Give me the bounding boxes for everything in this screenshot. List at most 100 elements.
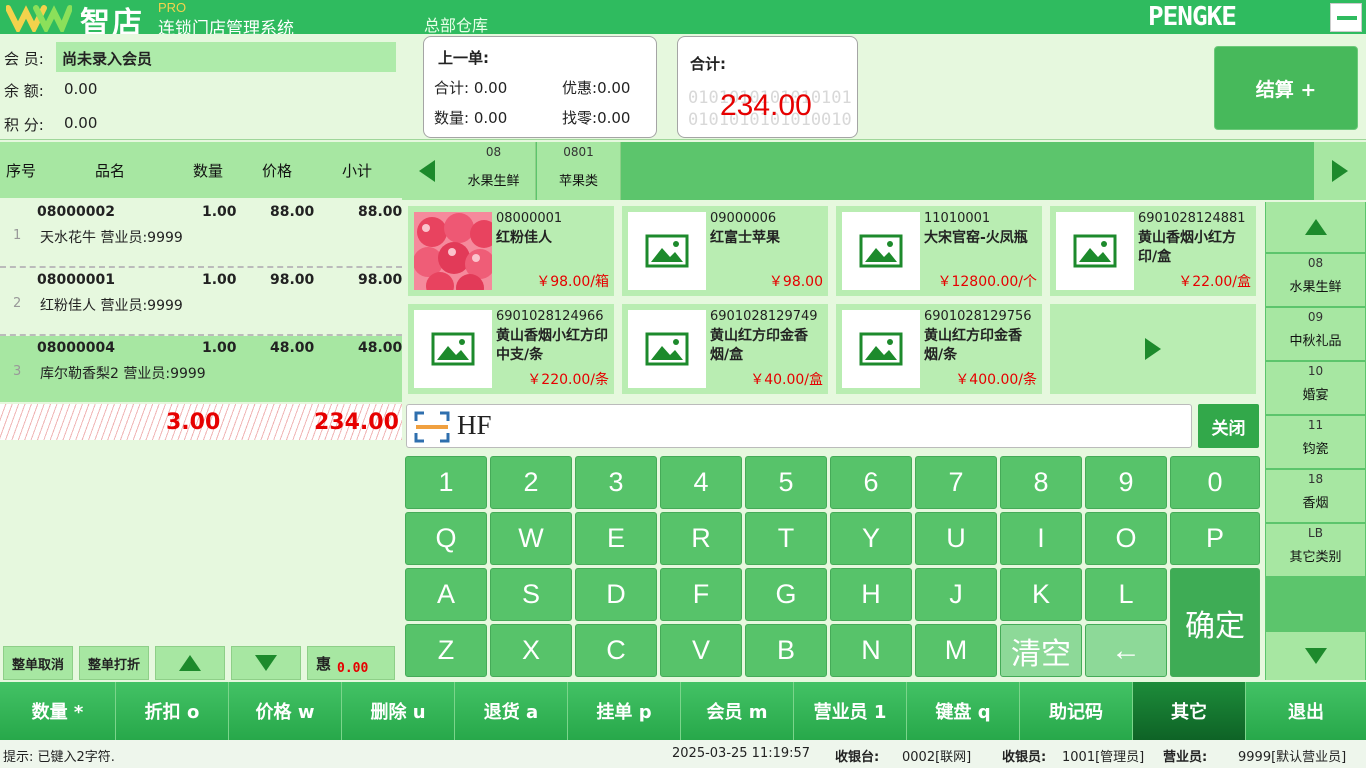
key-m[interactable]: M xyxy=(915,624,997,677)
key-o[interactable]: O xyxy=(1085,512,1167,565)
key-w[interactable]: W xyxy=(490,512,572,565)
right-category-item[interactable]: 08 水果生鲜 xyxy=(1266,254,1365,306)
category-tab[interactable]: 0801 苹果类 xyxy=(537,142,621,200)
right-category-item[interactable]: 10 婚宴 xyxy=(1266,362,1365,414)
arrow-down-icon xyxy=(1304,648,1327,664)
category-name: 水果生鲜 xyxy=(1289,280,1342,295)
row-price: 48.00 xyxy=(270,340,315,356)
qty-button[interactable]: 数量 * xyxy=(0,682,116,740)
right-category-item[interactable]: 11 钧瓷 xyxy=(1266,416,1365,468)
key-q[interactable]: Q xyxy=(405,512,487,565)
exit-button[interactable]: 退出 xyxy=(1246,682,1366,740)
table-row[interactable]: 08000001 1.00 98.00 98.00 2 红粉佳人 营业员:999… xyxy=(0,268,402,334)
mnemonic-button[interactable]: 助记码 xyxy=(1020,682,1133,740)
category-tab[interactable]: 08 水果生鲜 xyxy=(452,142,536,200)
col-index: 序号 xyxy=(6,162,37,180)
key-h[interactable]: H xyxy=(830,568,912,621)
row-code: 08000004 xyxy=(37,340,115,356)
points-value: 0.00 xyxy=(64,114,98,132)
key-z[interactable]: Z xyxy=(405,624,487,677)
product-name: 黄山红方印金香烟/条 xyxy=(924,328,1022,363)
key-v[interactable]: V xyxy=(660,624,742,677)
key-b[interactable]: B xyxy=(745,624,827,677)
key-1[interactable]: 1 xyxy=(405,456,487,509)
keyboard-button[interactable]: 键盘 q xyxy=(907,682,1020,740)
key-9[interactable]: 9 xyxy=(1085,456,1167,509)
product-card[interactable]: 11010001 大宋官窑-火凤瓶 ￥12800.00/个 xyxy=(836,206,1042,296)
key-r[interactable]: R xyxy=(660,512,742,565)
key-3[interactable]: 3 xyxy=(575,456,657,509)
product-card[interactable]: 09000006 红富士苹果 ￥98.00 xyxy=(622,206,828,296)
key-n[interactable]: N xyxy=(830,624,912,677)
hold-order-button[interactable]: 挂单 p xyxy=(568,682,681,740)
scroll-up-button[interactable] xyxy=(155,646,225,680)
key-e[interactable]: E xyxy=(575,512,657,565)
key-c[interactable]: C xyxy=(575,624,657,677)
price-button[interactable]: 价格 w xyxy=(229,682,342,740)
scroll-down-button[interactable] xyxy=(231,646,301,680)
product-card[interactable]: 6901028129756 黄山红方印金香烟/条 ￥400.00/条 xyxy=(836,304,1042,394)
confirm-key[interactable]: 确定 xyxy=(1170,568,1260,677)
product-card[interactable]: 6901028124881 黄山香烟小红方印/盒 ￥22.00/盒 xyxy=(1050,206,1256,296)
key-t[interactable]: T xyxy=(745,512,827,565)
minimize-button[interactable] xyxy=(1330,3,1362,32)
key-2[interactable]: 2 xyxy=(490,456,572,509)
key-g[interactable]: G xyxy=(745,568,827,621)
category-next-button[interactable] xyxy=(1314,142,1366,200)
cancel-order-button[interactable]: 整单取消 xyxy=(3,646,73,680)
member-button[interactable]: 会员 m xyxy=(681,682,794,740)
key-u[interactable]: U xyxy=(915,512,997,565)
key-0[interactable]: 0 xyxy=(1170,456,1260,509)
other-button[interactable]: 其它 xyxy=(1133,682,1246,740)
backspace-key[interactable]: ← xyxy=(1085,624,1167,677)
key-6[interactable]: 6 xyxy=(830,456,912,509)
last-change-label: 找零: xyxy=(562,109,598,127)
table-row[interactable]: 08000002 1.00 88.00 88.00 1 天水花牛 营业员:999… xyxy=(0,200,402,266)
right-category-item[interactable]: 09 中秋礼品 xyxy=(1266,308,1365,360)
key-i[interactable]: I xyxy=(1000,512,1082,565)
key-y[interactable]: Y xyxy=(830,512,912,565)
table-row-selected[interactable]: 08000004 1.00 48.00 48.00 3 库尔勒香梨2 营业员:9… xyxy=(0,336,402,402)
delete-button[interactable]: 删除 u xyxy=(342,682,455,740)
right-category-up-button[interactable] xyxy=(1266,202,1365,252)
clear-key[interactable]: 清空 xyxy=(1000,624,1082,677)
key-f[interactable]: F xyxy=(660,568,742,621)
product-card[interactable]: 6901028124966 黄山香烟小红方印中支/条 ￥220.00/条 xyxy=(408,304,614,394)
key-l[interactable]: L xyxy=(1085,568,1167,621)
product-card[interactable]: 6901028129749 黄山红方印金香烟/盒 ￥40.00/盒 xyxy=(622,304,828,394)
settle-button[interactable]: 结算 + xyxy=(1214,46,1358,130)
key-k[interactable]: K xyxy=(1000,568,1082,621)
right-category-item[interactable]: 18 香烟 xyxy=(1266,470,1365,522)
key-s[interactable]: S xyxy=(490,568,572,621)
key-4[interactable]: 4 xyxy=(660,456,742,509)
key-5[interactable]: 5 xyxy=(745,456,827,509)
row-qty: 1.00 xyxy=(202,272,237,288)
member-field[interactable]: 尚未录入会员 xyxy=(56,42,396,72)
discount-button[interactable]: 折扣 o xyxy=(116,682,229,740)
right-category-down-button[interactable] xyxy=(1266,632,1365,680)
search-input[interactable]: HF xyxy=(406,404,1192,448)
category-prev-button[interactable] xyxy=(402,142,452,200)
return-button[interactable]: 退货 a xyxy=(455,682,568,740)
discount-order-button[interactable]: 整单打折 xyxy=(79,646,149,680)
key-a[interactable]: A xyxy=(405,568,487,621)
close-keyboard-button[interactable]: 关闭 xyxy=(1198,404,1259,448)
row-qty: 1.00 xyxy=(202,340,237,356)
key-7[interactable]: 7 xyxy=(915,456,997,509)
key-p[interactable]: P xyxy=(1170,512,1260,565)
register-value: 0002[联网] xyxy=(902,750,972,765)
category-name: 婚宴 xyxy=(1302,388,1329,403)
discount-value: 0.00 xyxy=(337,660,369,676)
key-j[interactable]: J xyxy=(915,568,997,621)
key-d[interactable]: D xyxy=(575,568,657,621)
product-card[interactable]: 08000001 红粉佳人 ￥98.00/箱 xyxy=(408,206,614,296)
brand-logo: PENGKE xyxy=(1148,2,1237,32)
product-next-page-button[interactable] xyxy=(1050,304,1256,394)
key-8[interactable]: 8 xyxy=(1000,456,1082,509)
product-code: 6901028129756 xyxy=(924,309,1032,324)
key-x[interactable]: X xyxy=(490,624,572,677)
category-name: 水果生鲜 xyxy=(467,174,520,189)
right-category-item[interactable]: LB 其它类别 xyxy=(1266,524,1365,576)
warehouse-label: 总部仓库 xyxy=(424,16,489,35)
clerk-button[interactable]: 营业员 1 xyxy=(794,682,907,740)
